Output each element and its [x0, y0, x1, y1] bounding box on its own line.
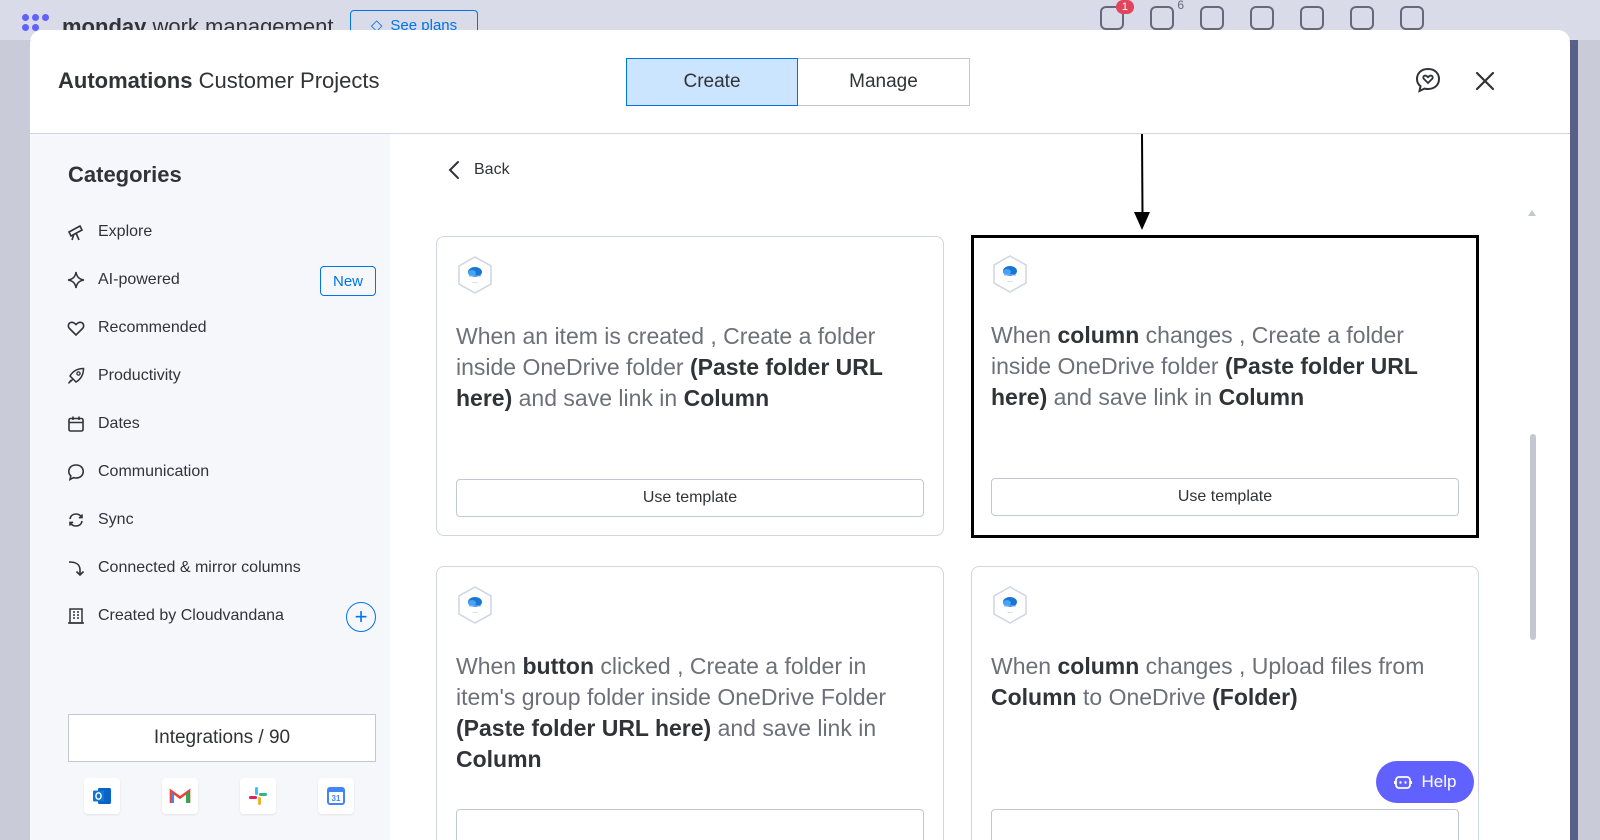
add-category-button[interactable]: + [346, 602, 376, 632]
template-text: to OneDrive [1076, 684, 1213, 710]
help-question-icon[interactable] [1350, 6, 1374, 30]
apps-grid-icon[interactable] [1400, 6, 1424, 30]
sidebar-item-recommended[interactable]: Recommended [66, 304, 376, 352]
svg-text:~~~: ~~~ [472, 610, 478, 614]
onedrive-app-logo-icon: ~~~ [993, 586, 1027, 624]
template-text: and save link in [711, 715, 877, 741]
chevron-left-icon [448, 161, 459, 179]
telescope-icon [66, 222, 86, 242]
integrations-button[interactable]: Integrations / 90 [68, 714, 376, 762]
modal-title: Automations Customer Projects [58, 68, 380, 93]
bell-icon[interactable]: 1 [1100, 0, 1134, 30]
modal-header: Automations Customer Projects Create Man… [30, 30, 1570, 134]
template-token: (Paste folder URL here) [456, 715, 712, 741]
background-left-panel [0, 40, 30, 840]
template-token: Column [456, 746, 542, 772]
template-description: When column changes , Create a folder in… [991, 320, 1461, 413]
template-token: button [522, 653, 594, 679]
use-template-button[interactable] [456, 809, 924, 840]
onedrive-app-logo-icon: ~~~ [458, 256, 492, 294]
automations-modal: Automations Customer Projects Create Man… [30, 30, 1570, 840]
sidebar-item-explore[interactable]: Explore [66, 208, 376, 256]
template-token: (Folder) [1212, 684, 1298, 710]
new-badge: New [320, 266, 376, 296]
gmail-icon[interactable] [162, 778, 198, 814]
slack-icon[interactable] [240, 778, 276, 814]
connect-arrow-icon [66, 558, 86, 578]
sparkle-icon [66, 270, 86, 290]
scroll-up-arrow-icon[interactable] [1528, 210, 1536, 216]
create-manage-tabs: Create Manage [626, 58, 970, 106]
template-card-item-created: ~~~ When an item is created , Create a f… [436, 236, 944, 536]
template-token: Column [683, 385, 770, 411]
sidebar-item-productivity[interactable]: Productivity [66, 352, 376, 400]
template-description: When column changes , Upload files from … [991, 651, 1461, 713]
sidebar-item-connected-mirror[interactable]: Connected & mirror columns [66, 544, 376, 592]
template-text: When [991, 653, 1058, 679]
template-token: column [1057, 322, 1140, 348]
sync-icon [66, 510, 86, 530]
chat-bubble-icon [66, 462, 86, 482]
template-text: and save link in [512, 385, 684, 411]
sidebar-item-communication[interactable]: Communication [66, 448, 376, 496]
template-card-button-clicked: ~~~ When button clicked , Create a folde… [436, 566, 944, 840]
building-icon [66, 606, 86, 626]
template-text: and save link in [1047, 384, 1219, 410]
calendar-icon [66, 414, 86, 434]
back-button[interactable]: Back [448, 160, 510, 180]
sidebar-item-sync[interactable]: Sync [66, 496, 376, 544]
categories-sidebar: Categories Explore AI-powered New Recomm… [30, 134, 390, 840]
help-button[interactable]: Help [1376, 761, 1474, 803]
tab-manage[interactable]: Manage [798, 58, 970, 106]
template-token: Column [991, 684, 1077, 710]
template-card-column-changes-folder: ~~~ When column changes , Create a folde… [971, 235, 1479, 538]
inbox-icon[interactable]: 6 [1150, 0, 1184, 30]
use-template-button[interactable]: Use template [456, 479, 924, 517]
svg-text:~~~: ~~~ [1007, 610, 1013, 614]
template-token: Column [1218, 384, 1305, 410]
use-template-button[interactable]: Use template [991, 478, 1459, 516]
template-token: column [1057, 653, 1140, 679]
invite-user-icon[interactable] [1200, 6, 1224, 30]
close-icon[interactable] [1472, 68, 1498, 94]
svg-text:~~~: ~~~ [472, 280, 478, 284]
categories-title: Categories [68, 162, 182, 187]
annotation-arrow-icon [1134, 134, 1150, 230]
template-text: When [991, 322, 1058, 348]
template-description: When button clicked , Create a folder in… [456, 651, 926, 775]
google-calendar-icon[interactable]: 31 [318, 778, 354, 814]
search-icon[interactable] [1300, 6, 1324, 30]
sidebar-item-created-by[interactable]: Created by Cloudvandana + [66, 592, 376, 640]
sidebar-item-ai-powered[interactable]: AI-powered New [66, 256, 376, 304]
sidebar-item-dates[interactable]: Dates [66, 400, 376, 448]
apps-puzzle-icon[interactable] [1250, 6, 1274, 30]
svg-text:~~~: ~~~ [1007, 279, 1013, 283]
template-text: When [456, 653, 523, 679]
feedback-heart-icon[interactable] [1414, 66, 1442, 94]
background-right-panel [1578, 40, 1600, 840]
tab-create[interactable]: Create [626, 58, 798, 106]
template-description: When an item is created , Create a folde… [456, 321, 926, 414]
svg-text:31: 31 [332, 794, 341, 803]
rocket-icon [66, 366, 86, 386]
onedrive-app-logo-icon: ~~~ [993, 255, 1027, 293]
onedrive-app-logo-icon: ~~~ [458, 586, 492, 624]
template-text: changes , Upload files from [1139, 653, 1425, 679]
use-template-button[interactable] [991, 809, 1459, 840]
robot-icon [1393, 776, 1412, 789]
scrollbar-thumb[interactable] [1530, 434, 1536, 640]
heart-icon [66, 318, 86, 338]
outlook-icon[interactable] [84, 778, 120, 814]
